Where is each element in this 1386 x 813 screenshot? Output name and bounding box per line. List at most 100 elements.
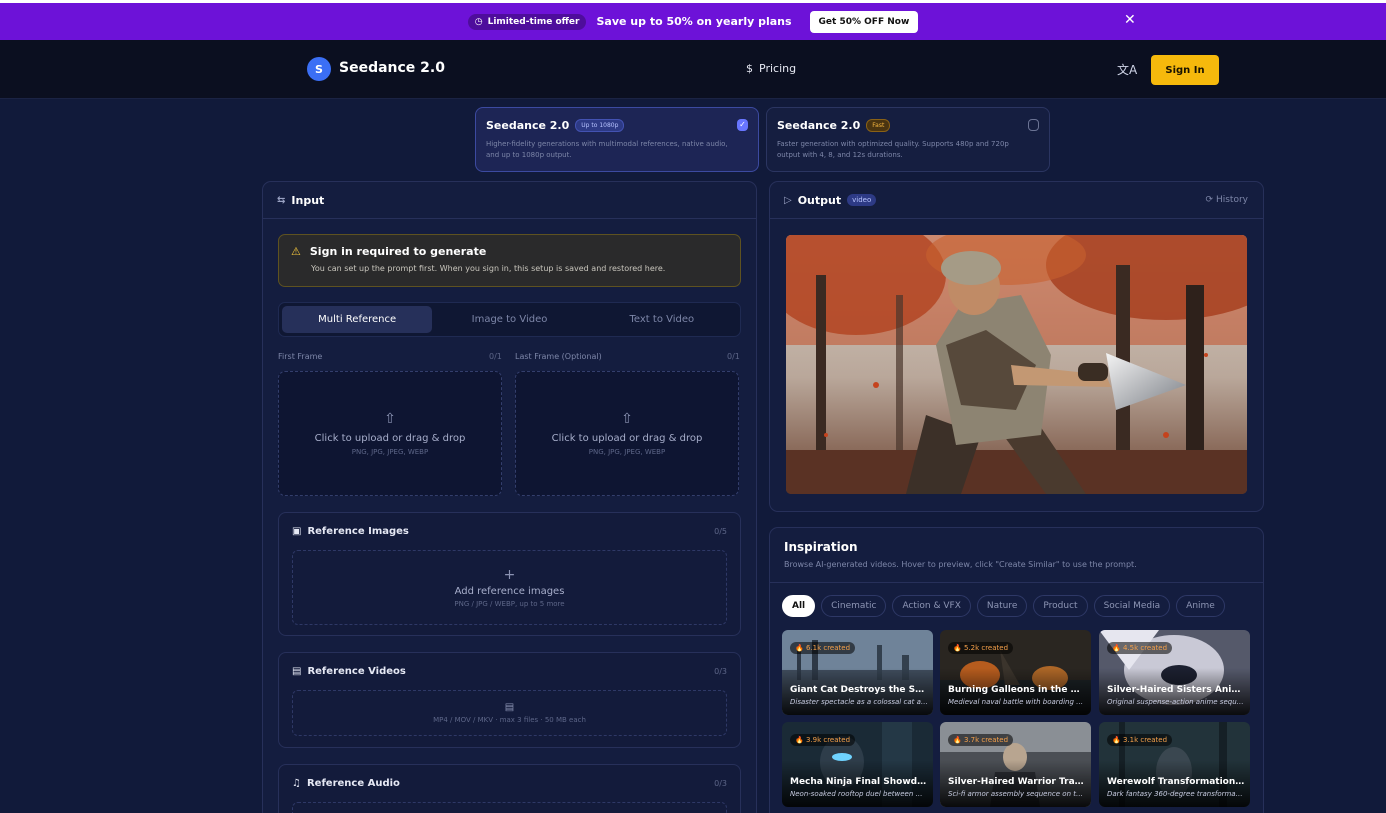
promo-cta-button[interactable]: Get 50% OFF Now [809,10,919,33]
card-description: Neon-soaked rooftop duel between machine… [790,790,928,798]
image-icon: ▣ [292,526,302,537]
card-description: Disaster spectacle as a colossal cat att… [790,698,928,706]
filter-chips: All Cinematic Action & VFX Nature Produc… [782,595,1225,617]
music-icon: ♫ [292,778,301,789]
upload-icon: ⇧ [621,411,633,427]
fast-tag: Fast [866,119,891,132]
filter-social-media[interactable]: Social Media [1093,595,1171,617]
tab-text-to-video[interactable]: Text to Video [587,306,737,333]
created-badge: 🔥 6.1k created [790,642,856,654]
created-badge: 🔥 3.9k created [790,734,856,746]
filter-product[interactable]: Product [1033,595,1088,617]
inspiration-card[interactable]: 🔥 3.1k created Werewolf Transformation i… [1099,722,1250,807]
sign-in-button[interactable]: Sign In [1151,55,1219,85]
reference-videos-hint: MP4 / MOV / MKV · max 3 files · 50 MB ea… [433,716,586,724]
inspiration-subtitle: Browse AI-generated videos. Hover to pre… [784,560,1137,569]
inspiration-card[interactable]: 🔥 5.2k created Burning Galleons in the S… [940,630,1091,715]
add-reference-images-label: Add reference images [454,586,565,597]
filter-all[interactable]: All [782,595,816,617]
signin-warning: ⚠ Sign in required to generate You can se… [278,234,741,287]
tab-multi-reference[interactable]: Multi Reference [282,306,433,333]
reference-images-count: 0/5 [714,527,727,536]
history-label: History [1215,195,1248,205]
promo-text: Save up to 50% on yearly plans [596,15,792,28]
film-icon: ▤ [292,666,302,677]
inspiration-card[interactable]: 🔥 4.5k created Silver-Haired Sisters Ani… [1099,630,1250,715]
sliders-icon: ⇆ [277,194,286,206]
last-frame-label: Last Frame (Optional) [515,352,602,361]
model-description: Higher-fidelity generations with multimo… [486,140,728,159]
first-frame-count: 0/1 [489,352,502,361]
play-icon: ▷ [784,194,792,206]
inspiration-card[interactable]: 🔥 3.7k created Silver-Haired Warrior Tra… [940,722,1091,807]
reference-videos-section: ▤ Reference Videos 0/3 ▤ MP4 / MOV / MKV … [278,652,741,748]
upload-text: Click to upload or drag & drop [551,433,703,444]
reference-videos-title: Reference Videos [307,666,406,677]
warning-icon: ⚠ [291,245,301,258]
card-title: Burning Galleons in the Storm [948,685,1086,695]
offer-badge: ◷ Limited-time offer [467,13,587,30]
last-frame-count: 0/1 [727,352,740,361]
card-description: Dark fantasy 360-degree transformation [1107,790,1245,798]
logo[interactable]: S [307,57,331,81]
inspiration-card[interactable]: 🔥 3.9k created Mecha Ninja Final Showdow… [782,722,933,807]
reference-audio-count: 0/3 [714,779,727,788]
card-description: Sci-fi armor assembly sequence on the ru… [948,790,1086,798]
filter-action-vfx[interactable]: Action & VFX [892,595,971,617]
created-badge: 🔥 3.7k created [948,734,1014,746]
card-description: Original suspense-action anime sequence [1107,698,1245,706]
filter-nature[interactable]: Nature [976,595,1028,617]
inspiration-card[interactable]: 🔥 6.1k created Giant Cat Destroys the Su… [782,630,933,715]
top-nav: S Seedance 2.0 $ Pricing 文A Sign In [0,40,1386,99]
input-title: Input [291,193,325,207]
upload-formats: PNG, JPG, JPEG, WEBP [588,448,666,456]
model-card-standard[interactable]: Seedance 2.0 Up to 1080p Higher-fidelity … [475,107,759,172]
history-button[interactable]: ⟳ History [1206,195,1248,205]
filter-anime[interactable]: Anime [1176,595,1225,617]
reference-images-title: Reference Images [307,526,409,537]
divider [770,582,1263,583]
created-badge: 🔥 3.1k created [1107,734,1173,746]
card-title: Giant Cat Destroys the Suspension Bridge [790,685,928,695]
warning-description: You can set up the prompt first. When yo… [311,264,666,273]
first-frame-label: First Frame [278,352,323,361]
pricing-link[interactable]: $ Pricing [746,62,796,75]
model-card-fast[interactable]: Seedance 2.0 Fast Faster generation with … [766,107,1050,172]
close-icon[interactable]: ✕ [1124,12,1136,28]
output-video-preview[interactable] [786,235,1247,494]
add-reference-images-dropzone[interactable]: + Add reference images PNG / JPG / WEBP,… [292,550,727,625]
upload-icon: ⇧ [384,411,396,427]
last-frame-dropzone[interactable]: ⇧ Click to upload or drag & drop PNG, JP… [515,371,739,496]
warning-title: Sign in required to generate [309,245,487,258]
reference-images-section: ▣ Reference Images 0/5 + Add reference im… [278,512,741,636]
card-title: Silver-Haired Warrior Transformation [948,777,1086,787]
model-description: Faster generation with optimized quality… [777,140,1009,159]
mode-tabs: Multi Reference Image to Video Text to V… [278,302,741,337]
add-reference-videos-dropzone[interactable]: ▤ MP4 / MOV / MKV · max 3 files · 50 MB … [292,690,727,736]
brand-name[interactable]: Seedance 2.0 [339,60,445,76]
video-tag: video [847,194,877,206]
clock-icon: ◷ [474,16,483,27]
add-reference-audio-dropzone[interactable] [292,802,727,813]
card-title: Mecha Ninja Final Showdown [790,777,928,787]
plus-icon: + [503,567,516,583]
reference-audio-title: Reference Audio [306,778,400,789]
created-badge: 🔥 4.5k created [1107,642,1173,654]
output-title: Output [797,193,842,207]
add-reference-images-hint: PNG / JPG / WEBP, up to 5 more [454,600,565,608]
check-icon: ✓ [737,119,748,131]
offer-badge-label: Limited-time offer [487,16,580,27]
reference-audio-section: ♫ Reference Audio 0/3 [278,764,741,813]
created-badge: 🔥 5.2k created [948,642,1014,654]
upload-text: Click to upload or drag & drop [314,433,466,444]
pricing-label: Pricing [759,62,797,75]
reference-videos-count: 0/3 [714,667,727,676]
model-title: Seedance 2.0 [486,119,570,132]
first-frame-dropzone[interactable]: ⇧ Click to upload or drag & drop PNG, JP… [278,371,502,496]
refresh-icon: ⟳ [1205,195,1214,205]
radio-icon[interactable] [1028,119,1039,131]
tab-image-to-video[interactable]: Image to Video [434,306,584,333]
resolution-tag: Up to 1080p [575,119,625,132]
filter-cinematic[interactable]: Cinematic [821,595,887,617]
translate-icon[interactable]: 文A [1117,61,1137,78]
